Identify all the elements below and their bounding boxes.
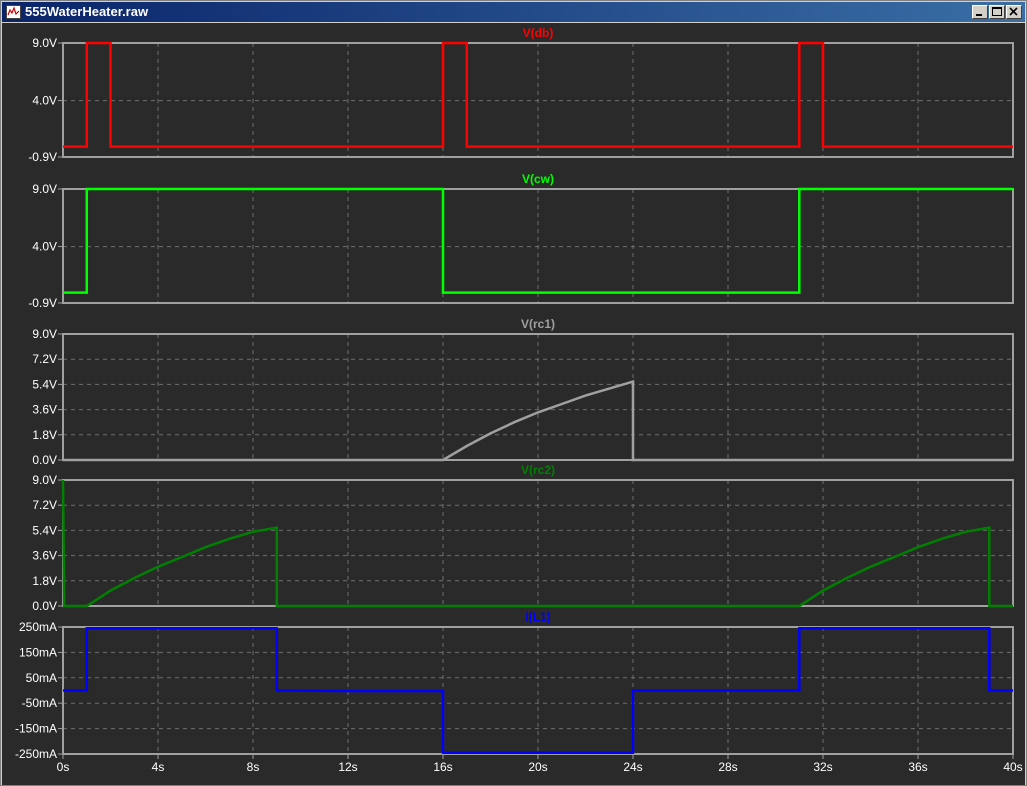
x-tick-label: 16s	[433, 760, 452, 774]
x-tick-label: 20s	[528, 760, 547, 774]
y-tick-label: 3.6V	[32, 403, 57, 417]
plot-area[interactable]: 9.0V 4.0V -0.9V V(db) 9.0V 4.0V -0.9V V(cw) 9.0V…	[2, 23, 1025, 785]
x-tick-label: 36s	[908, 760, 927, 774]
trace-title[interactable]: I(L1)	[525, 610, 550, 624]
y-tick-label: 1.8V	[32, 428, 57, 442]
window-title: 555WaterHeater.raw	[25, 4, 149, 19]
x-tick-label: 12s	[338, 760, 357, 774]
y-tick-label: 4.0V	[32, 94, 57, 108]
maximize-icon	[992, 7, 1002, 16]
y-tick-label: -50mA	[22, 696, 57, 710]
y-tick-label: 9.0V	[32, 473, 57, 487]
close-icon	[1009, 7, 1018, 16]
y-tick-label: -250mA	[15, 747, 57, 761]
y-tick-label: 9.0V	[32, 36, 57, 50]
x-tick-label: 28s	[718, 760, 737, 774]
title-bar[interactable]: 555WaterHeater.raw	[2, 2, 1025, 22]
maximize-button[interactable]	[989, 5, 1005, 19]
x-tick-label: 40s	[1003, 760, 1022, 774]
y-tick-label: 0.0V	[32, 599, 57, 613]
y-tick-label: 50mA	[26, 671, 57, 685]
y-tick-label: 1.8V	[32, 574, 57, 588]
x-tick-label: 8s	[247, 760, 260, 774]
y-tick-label: 150mA	[19, 645, 57, 659]
x-tick-label: 0s	[57, 760, 70, 774]
minimize-button[interactable]	[972, 5, 988, 19]
x-tick-label: 32s	[813, 760, 832, 774]
y-tick-label: 7.2V	[32, 352, 57, 366]
y-tick-label: 5.4V	[32, 523, 57, 537]
trace-title[interactable]: V(cw)	[522, 172, 554, 186]
y-tick-label: 7.2V	[32, 498, 57, 512]
y-tick-label: 9.0V	[32, 182, 57, 196]
waveform-plot-icon	[6, 5, 21, 19]
y-tick-label: 250mA	[19, 620, 57, 634]
x-tick-label: 4s	[152, 760, 165, 774]
trace-title[interactable]: V(rc2)	[521, 463, 555, 477]
y-tick-label: 0.0V	[32, 453, 57, 467]
x-tick-label: 24s	[623, 760, 642, 774]
trace-title[interactable]: V(db)	[523, 26, 554, 40]
waveform-viewer-window: 555WaterHeater.raw 9.0V 4.0V -0.9V V(db) 9.0…	[0, 0, 1027, 786]
minimize-icon	[976, 14, 982, 16]
y-tick-label: 9.0V	[32, 327, 57, 341]
trace-title[interactable]: V(rc1)	[521, 317, 555, 331]
plot-background[interactable]	[2, 23, 1025, 785]
y-tick-label: 5.4V	[32, 377, 57, 391]
y-tick-label: -0.9V	[28, 296, 57, 310]
waveform-plot[interactable]: 9.0V 4.0V -0.9V V(db) 9.0V 4.0V -0.9V V(cw) 9.0V…	[2, 23, 1025, 785]
y-tick-label: -0.9V	[28, 150, 57, 164]
y-tick-label: 4.0V	[32, 240, 57, 254]
close-button[interactable]	[1006, 5, 1022, 19]
y-tick-label: -150mA	[15, 722, 57, 736]
y-tick-label: 3.6V	[32, 549, 57, 563]
